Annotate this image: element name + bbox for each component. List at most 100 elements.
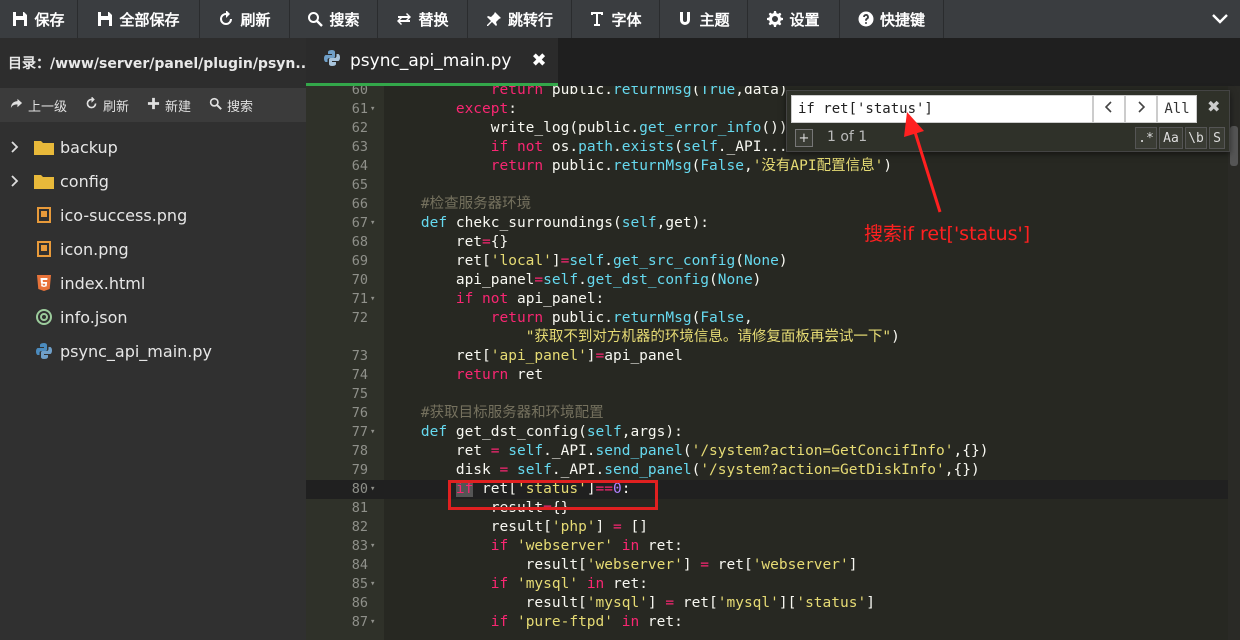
search-all-button[interactable]: All [1157, 95, 1197, 123]
line-number: 61 [351, 101, 368, 117]
editor-scrollbar[interactable] [1228, 86, 1240, 640]
save-icon [12, 11, 28, 27]
font-button[interactable]: 字体 [572, 0, 660, 38]
search-icon [307, 11, 324, 27]
refresh-button[interactable]: 刷新 [200, 0, 290, 38]
file-item-info-json[interactable]: info.json [0, 300, 306, 334]
case-sensitive-toggle[interactable]: Aa [1159, 127, 1183, 149]
line-number: 70 [351, 272, 368, 288]
code-line: 73 ret['api_panel']=api_panel [306, 347, 1240, 366]
file-name: icon.png [60, 239, 129, 259]
settings-button[interactable]: 设置 [748, 0, 840, 38]
search-button[interactable]: 搜索 [290, 0, 378, 38]
save-all-button[interactable]: 全部保存 [78, 0, 200, 38]
code-line: 68 ret={} [306, 233, 1240, 252]
search-panel: if ret['status'] All ✖ + 1 of 1 .* Aa \b… [786, 90, 1230, 152]
chevron-right-icon [0, 175, 30, 187]
search-input[interactable]: if ret['status'] [791, 95, 1093, 123]
whole-word-toggle[interactable]: \b [1185, 127, 1207, 149]
goto-line-label: 跳转行 [507, 10, 553, 29]
goto-line-button[interactable]: 跳转行 [468, 0, 572, 38]
file-name: index.html [60, 273, 146, 293]
search-icon [209, 97, 222, 114]
line-number: 69 [351, 253, 368, 269]
python-icon [30, 343, 58, 359]
scrollbar-thumb[interactable] [1230, 126, 1238, 166]
search-next-button[interactable] [1125, 95, 1157, 123]
save-all-label: 全部保存 [119, 10, 180, 29]
file-tree: backup config ico-success.png icon.png i… [0, 122, 306, 368]
file-sidebar: 目录：/www/server/panel/plugin/psyn... 上一级 … [0, 38, 306, 640]
line-number: 62 [351, 120, 368, 136]
theme-icon [677, 11, 693, 27]
replace-button[interactable]: 替换 [378, 0, 468, 38]
theme-button[interactable]: 主题 [660, 0, 748, 38]
image-file-icon [30, 207, 58, 223]
file-name: info.json [60, 307, 128, 327]
gear-icon [767, 11, 784, 27]
code-line: 78 ret = self._API.send_panel('/system?a… [306, 442, 1240, 461]
code-line: 87 ▾ if 'pure-ftpd' in ret: [306, 613, 1240, 632]
file-item-icon[interactable]: icon.png [0, 232, 306, 266]
tab-psync-api-main[interactable]: psync_api_main.py ✖ [306, 38, 558, 86]
file-item-ico-success[interactable]: ico-success.png [0, 198, 306, 232]
close-icon[interactable]: ✖ [1207, 97, 1220, 116]
code-line: "获取不到对方机器的环境信息。请修复面板再尝试一下") [525, 329, 900, 345]
pin-icon [486, 11, 502, 27]
selection-toggle[interactable]: S [1209, 127, 1225, 149]
replace-icon [396, 11, 412, 27]
new-file-button[interactable]: 新建 [137, 96, 191, 115]
code-line: 76 #获取目标服务器和环境配置 [306, 404, 1240, 423]
sidebar-refresh-button[interactable]: 刷新 [75, 95, 130, 115]
line-number: 83 [351, 538, 368, 554]
toolbar-collapse-button[interactable] [1200, 0, 1240, 38]
close-icon[interactable]: ✖ [532, 50, 547, 71]
code-line: 72 return public.returnMsg(False, [306, 309, 1240, 328]
refresh-label: 刷新 [240, 10, 271, 29]
sidebar-refresh-label: 刷新 [103, 99, 130, 115]
file-item-backup[interactable]: backup [0, 130, 306, 164]
search-match-count: 1 of 1 [827, 129, 868, 145]
sidebar-search-button[interactable]: 搜索 [199, 96, 253, 115]
search-prev-button[interactable] [1093, 95, 1125, 123]
share-arrow-icon [10, 97, 23, 114]
up-level-label: 上一级 [28, 99, 68, 115]
line-number: 64 [351, 158, 368, 174]
code-editor[interactable]: 60 return public.returnMsg(True,data) 61… [306, 86, 1240, 640]
python-icon [324, 50, 340, 71]
code-line: 65 [306, 176, 1240, 195]
toggle-replace-button[interactable]: + [795, 129, 813, 147]
line-number: 74 [351, 367, 368, 383]
up-level-button[interactable]: 上一级 [0, 96, 67, 115]
annotation-highlight-box [448, 480, 658, 510]
code-line: 67 ▾ def chekc_surroundings(self,get): [306, 214, 1240, 233]
file-item-index-html[interactable]: index.html [0, 266, 306, 300]
font-icon [589, 11, 605, 27]
image-file-icon [30, 241, 58, 257]
line-number: 67 [351, 215, 368, 231]
save-button[interactable]: 保存 [0, 0, 78, 38]
settings-label: 设置 [789, 10, 820, 29]
code-line: 70 api_panel=self.get_dst_config(None) [306, 271, 1240, 290]
file-name: backup [60, 137, 118, 157]
code-line-current: 80 ▾ if ret['status']==0: [306, 480, 1240, 499]
code-line: 81 result={} [306, 499, 1240, 518]
regex-toggle[interactable]: .* [1135, 127, 1157, 149]
chevron-left-icon [1104, 101, 1113, 117]
file-name: psync_api_main.py [60, 341, 212, 361]
line-number: 75 [351, 386, 368, 402]
editor-tabbar: psync_api_main.py ✖ [306, 38, 1240, 86]
json-file-icon [30, 309, 58, 325]
file-item-config[interactable]: config [0, 164, 306, 198]
html5-icon [30, 275, 58, 291]
line-number: 76 [351, 405, 368, 421]
refresh-icon [85, 95, 98, 114]
file-item-psync-api-main[interactable]: psync_api_main.py [0, 334, 306, 368]
code-line: 66 #检查服务器环境 [306, 195, 1240, 214]
code-line: 84 result['webserver'] = ret['webserver'… [306, 556, 1240, 575]
file-name: ico-success.png [60, 205, 188, 225]
code-line: 79 disk = self._API.send_panel('/system?… [306, 461, 1240, 480]
line-number: 77 [351, 424, 368, 440]
directory-path: 目录：/www/server/panel/plugin/psyn... [0, 38, 306, 88]
shortcuts-button[interactable]: 快捷键 [840, 0, 944, 38]
